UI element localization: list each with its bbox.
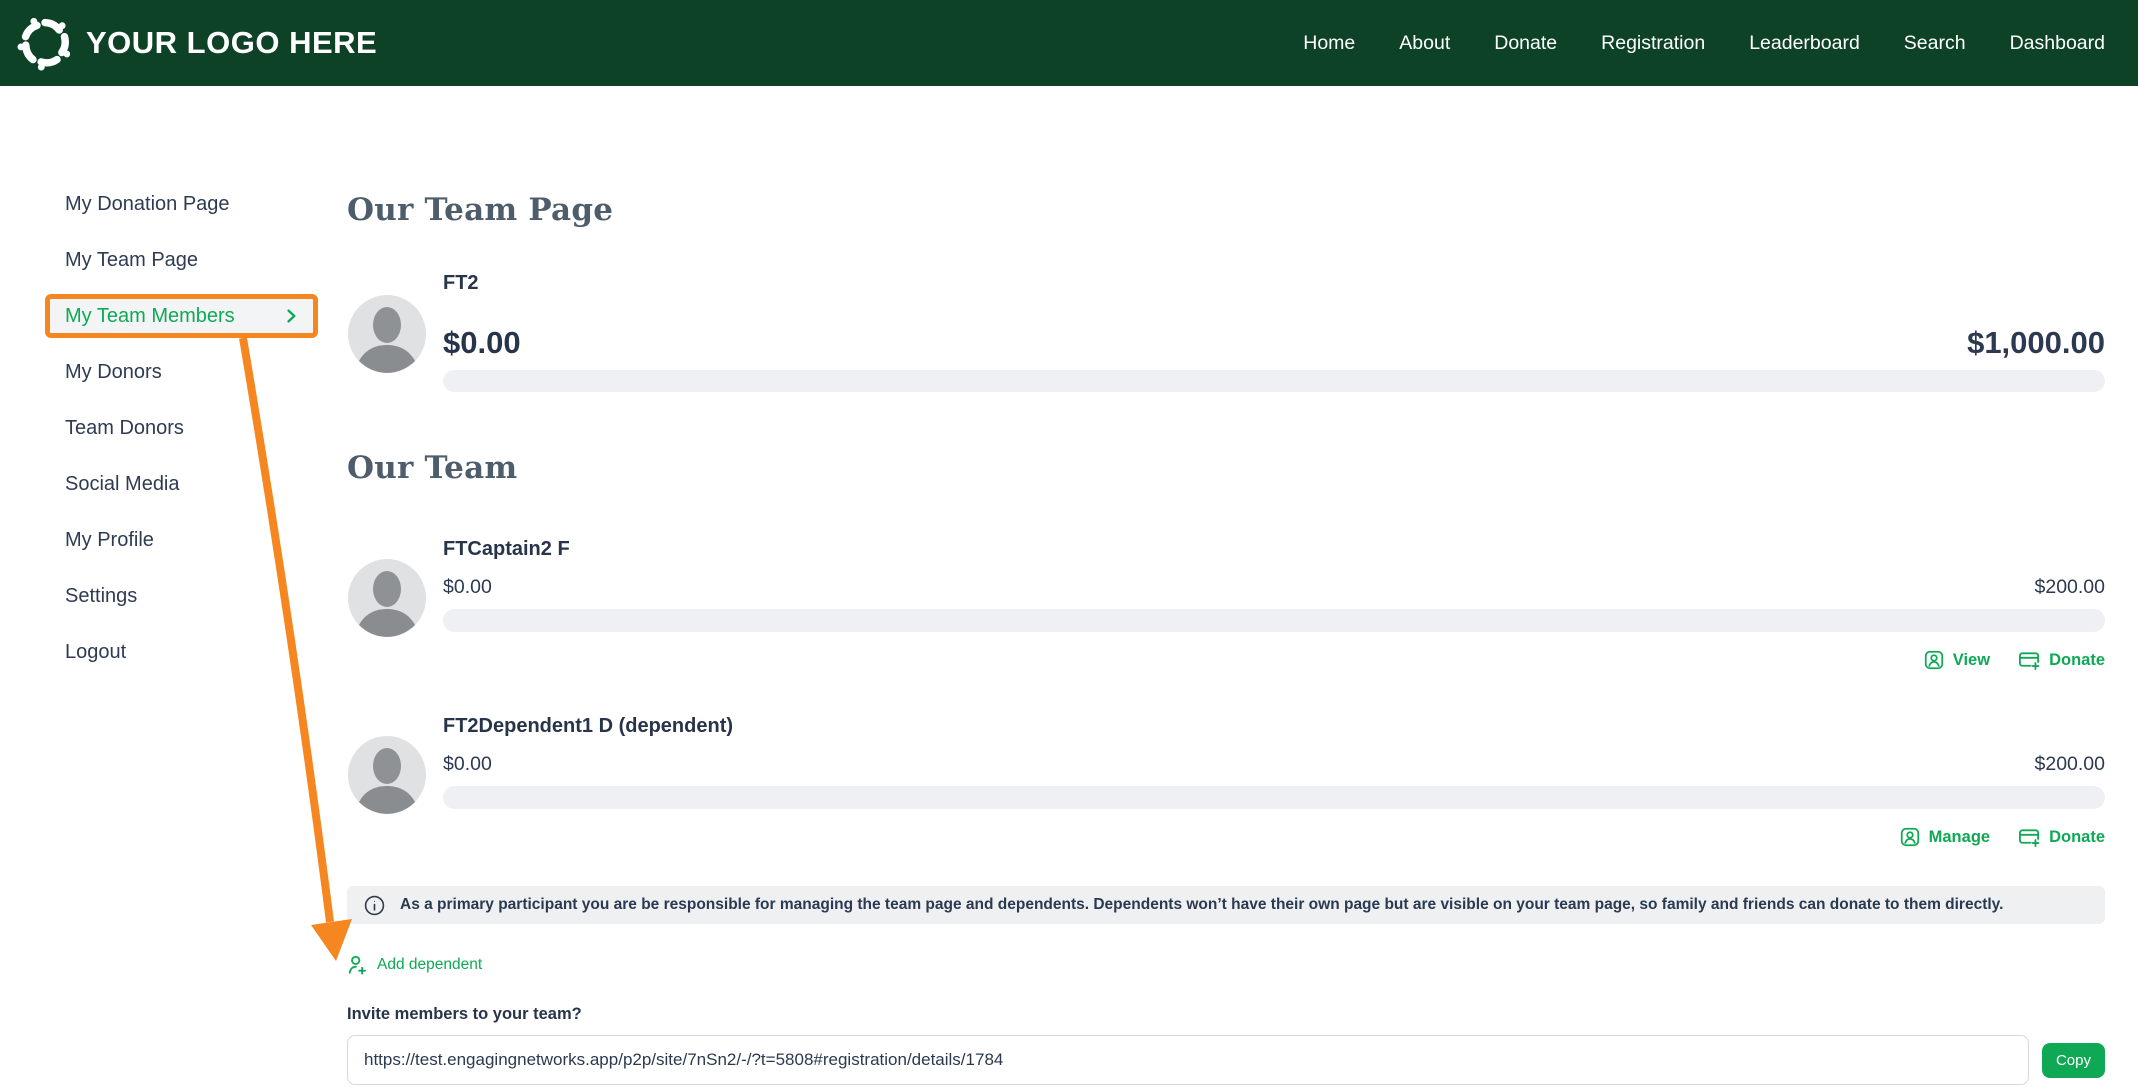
donate-to-member-label: Donate [2049,828,2105,847]
view-member-link[interactable]: View [1923,649,1990,671]
add-dependent-label: Add dependent [377,956,482,974]
donate-to-member-link[interactable]: Donate [2018,649,2105,672]
page-layout: My Donation Page My Team Page My Team Me… [0,86,2138,1085]
sidebar-item-my-donation-page[interactable]: My Donation Page [65,188,347,220]
member-name: FTCaptain2 F [443,538,2105,561]
contact-card-icon [1923,649,1945,671]
sidebar-item-my-team-page[interactable]: My Team Page [65,244,347,276]
sidebar-item-my-donors[interactable]: My Donors [65,356,347,388]
dashboard-sidebar: My Donation Page My Team Page My Team Me… [0,86,347,1085]
team-raised-amount: $0.00 [443,325,521,361]
member-progress-bar [443,786,2105,809]
team-page-title: Our Team Page [347,192,2105,228]
manage-member-label: Manage [1929,828,1990,847]
member-goal-amount: $200.00 [2035,753,2106,776]
team-values-row: $0.00 $1,000.00 [443,325,2105,361]
view-member-label: View [1953,651,1990,670]
primary-participant-info-banner: As a primary participant you are be resp… [347,886,2105,924]
card-plus-icon [2018,649,2041,672]
sidebar-item-social-media[interactable]: Social Media [65,468,347,500]
member-actions: View Donate [347,647,2105,673]
invite-row: Copy [347,1035,2105,1085]
member-avatar [347,558,427,638]
member-row: FT2Dependent1 D (dependent) $0.00 $200.0… [347,715,2105,850]
donate-to-member-label: Donate [2049,651,2105,670]
sidebar-item-my-profile[interactable]: My Profile [65,524,347,556]
member-progress-bar [443,609,2105,632]
invite-url-input[interactable] [347,1035,2029,1085]
sidebar-item-team-donors[interactable]: Team Donors [65,412,347,444]
nav-item-dashboard[interactable]: Dashboard [2010,32,2105,55]
member-goal-amount: $200.00 [2035,576,2106,599]
team-summary: FT2 $0.00 $1,000.00 [347,272,2105,392]
sidebar-item-my-team-members[interactable]: My Team Members [45,294,318,338]
sidebar-item-settings[interactable]: Settings [65,580,347,612]
member-actions: Manage Donate [347,824,2105,850]
member-avatar [347,735,427,815]
member-row: FTCaptain2 F $0.00 $200.00 [347,538,2105,673]
site-logo[interactable]: YOUR LOGO HERE [14,12,377,74]
member-values-row: $0.00 $200.00 [443,576,2105,599]
team-name: FT2 [443,272,2105,295]
info-banner-text: As a primary participant you are be resp… [400,896,2003,914]
main-content: Our Team Page FT2 $0.00 $1,000.00 [347,86,2138,1085]
nav-item-about[interactable]: About [1399,32,1450,55]
manage-member-link[interactable]: Manage [1899,826,1990,848]
sidebar-item-label: My Team Members [65,305,235,328]
contact-card-icon [1899,826,1921,848]
nav-item-donate[interactable]: Donate [1494,32,1557,55]
copy-button[interactable]: Copy [2042,1043,2105,1078]
main-nav: Home About Donate Registration Leaderboa… [1303,32,2105,55]
team-goal-amount: $1,000.00 [1967,325,2105,361]
member-name: FT2Dependent1 D (dependent) [443,715,2105,738]
chevron-right-icon [281,306,301,326]
member-main: FT2Dependent1 D (dependent) $0.00 $200.0… [347,715,2105,809]
add-dependent-link[interactable]: Add dependent [347,954,482,976]
logo-text: YOUR LOGO HERE [86,25,377,61]
info-icon [363,894,386,917]
member-raised-amount: $0.00 [443,753,492,776]
nav-item-registration[interactable]: Registration [1601,32,1705,55]
team-progress-bar [443,370,2105,392]
member-main: FTCaptain2 F $0.00 $200.00 [347,538,2105,632]
nav-item-home[interactable]: Home [1303,32,1355,55]
sidebar-item-logout[interactable]: Logout [65,636,347,668]
nav-item-search[interactable]: Search [1904,32,1966,55]
invite-members-label: Invite members to your team? [347,1005,2105,1024]
nav-item-leaderboard[interactable]: Leaderboard [1749,32,1860,55]
logo-mark-icon [14,12,76,74]
person-plus-icon [347,954,369,976]
card-plus-icon [2018,826,2041,849]
team-list-title: Our Team [347,450,2105,486]
team-summary-main: FT2 $0.00 $1,000.00 [347,272,2105,392]
team-avatar [347,294,427,374]
member-raised-amount: $0.00 [443,576,492,599]
top-navbar: YOUR LOGO HERE Home About Donate Registr… [0,0,2138,86]
member-values-row: $0.00 $200.00 [443,753,2105,776]
donate-to-member-link[interactable]: Donate [2018,826,2105,849]
